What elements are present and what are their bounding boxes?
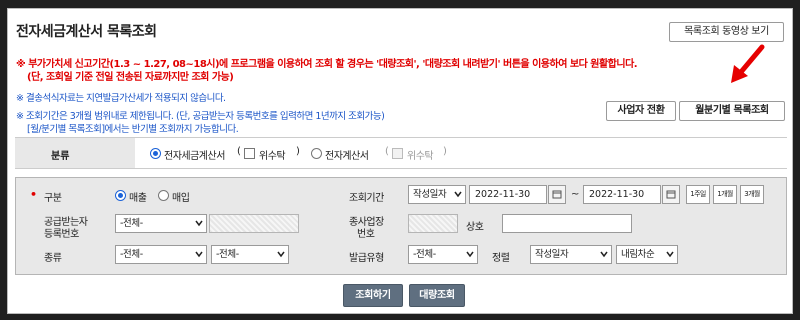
consign-checkbox[interactable] <box>244 148 255 159</box>
consign-label: 위수탁 <box>259 151 286 162</box>
paren-close-1: ) <box>296 146 300 157</box>
arrow-pointer-icon <box>731 44 765 83</box>
date-to-input[interactable]: 2022-11-30 <box>583 185 661 204</box>
three-month-button[interactable]: 3개월 <box>740 185 764 204</box>
tax-invoice-radio[interactable] <box>150 148 161 159</box>
tax-invoice-label: 전자세금계산서 <box>164 151 225 162</box>
invoice-label: 전자계산서 <box>325 151 369 162</box>
sub-biz-label-2: 번호 <box>357 229 375 240</box>
issue-type-value: -전체- <box>413 249 436 260</box>
required-mark: • <box>30 188 38 201</box>
kind-select-1-value: -전체- <box>120 249 143 260</box>
paren-open-1: ( <box>237 146 241 157</box>
switch-business-button[interactable]: 사업자 전환 <box>606 101 676 121</box>
buyer-reg-number-input[interactable] <box>209 214 299 233</box>
buyer-reg-select[interactable]: -전체- <box>115 214 207 233</box>
kind-select-2[interactable]: -전체- <box>211 245 289 264</box>
one-week-button[interactable]: 1주일 <box>686 185 710 204</box>
search-form: • 구분 매출 매입 조회기간 작성일자 2022-11-30 ~ 2022-1… <box>15 177 787 275</box>
consign2-label: 위수탁 <box>407 151 434 162</box>
notice-blue-line2: ※ 조회기간은 3개월 범위내로 제한됩니다. (단, 공급받는자 등록번호를 … <box>16 111 385 122</box>
chevron-down-icon <box>277 251 285 258</box>
kind-select-2-value: -전체- <box>216 249 239 260</box>
sale-label: 매출 <box>129 193 147 204</box>
sort-label: 정렬 <box>492 253 510 264</box>
notice-blue-line1: ※ 결송석식자료는 지연발급가산세가 적용되지 않습니다. <box>16 93 226 104</box>
category-label: 분류 <box>51 151 70 162</box>
paren-close-2: ) <box>443 146 447 157</box>
chevron-down-icon <box>600 251 608 258</box>
bulk-search-button[interactable]: 대량조회 <box>409 284 465 307</box>
buyer-reg-value: -전체- <box>120 218 143 229</box>
chevron-down-icon <box>466 251 474 258</box>
company-input[interactable] <box>502 214 632 233</box>
gubun-label: 구분 <box>44 193 62 204</box>
periodic-list-button[interactable]: 월분기별 목록조회 <box>679 101 785 121</box>
company-label: 상호 <box>466 222 484 233</box>
issue-type-select[interactable]: -전체- <box>408 245 478 264</box>
calendar-icon[interactable] <box>548 185 566 204</box>
purchase-radio[interactable] <box>158 190 169 201</box>
search-button[interactable]: 조회하기 <box>343 284 403 307</box>
sub-biz-input[interactable] <box>408 214 458 233</box>
sort-order-value: 내림차순 <box>621 249 655 260</box>
chevron-down-icon <box>195 220 203 227</box>
buyer-reg-label-2: 등록번호 <box>44 229 79 240</box>
sort-field-select[interactable]: 작성일자 <box>530 245 612 264</box>
period-basis-value: 작성일자 <box>413 189 447 200</box>
invoice-radio[interactable] <box>311 148 322 159</box>
category-row: 분류 전자세금계산서 ( 위수탁 ) 전자계산서 ( 위수탁 ) <box>15 137 787 169</box>
main-panel: 전자세금계산서 목록조회 목록조회 동영상 보기 ※ 부가가치세 신고기간(1.… <box>7 8 793 314</box>
chevron-down-icon <box>666 251 674 258</box>
video-guide-button[interactable]: 목록조회 동영상 보기 <box>669 22 784 42</box>
chevron-down-icon <box>195 251 203 258</box>
kind-label: 종류 <box>44 253 62 264</box>
notice-blue-line3: [월/분기별 목록조회]에서는 반기별 조회까지 가능합니다. <box>27 124 239 135</box>
notice-red-line2: (단, 조회일 기준 전일 전송된 자료까지만 조회 가능) <box>27 72 234 83</box>
sort-order-select[interactable]: 내림차순 <box>616 245 678 264</box>
page-title: 전자세금계산서 목록조회 <box>16 24 157 40</box>
paren-open-2: ( <box>385 146 389 157</box>
kind-select-1[interactable]: -전체- <box>115 245 207 264</box>
purchase-label: 매입 <box>172 193 190 204</box>
chevron-down-icon <box>454 191 462 198</box>
issue-type-label: 발급유형 <box>349 253 384 264</box>
period-label: 조회기간 <box>349 193 384 204</box>
date-tilde: ~ <box>571 189 579 200</box>
sale-radio[interactable] <box>115 190 126 201</box>
calendar-icon[interactable] <box>662 185 680 204</box>
date-from-input[interactable]: 2022-11-30 <box>469 185 547 204</box>
period-basis-select[interactable]: 작성일자 <box>408 185 466 204</box>
sort-field-value: 작성일자 <box>535 249 569 260</box>
category-label-cell <box>15 138 135 168</box>
one-month-button[interactable]: 1개월 <box>713 185 737 204</box>
consign2-checkbox[interactable] <box>392 148 403 159</box>
